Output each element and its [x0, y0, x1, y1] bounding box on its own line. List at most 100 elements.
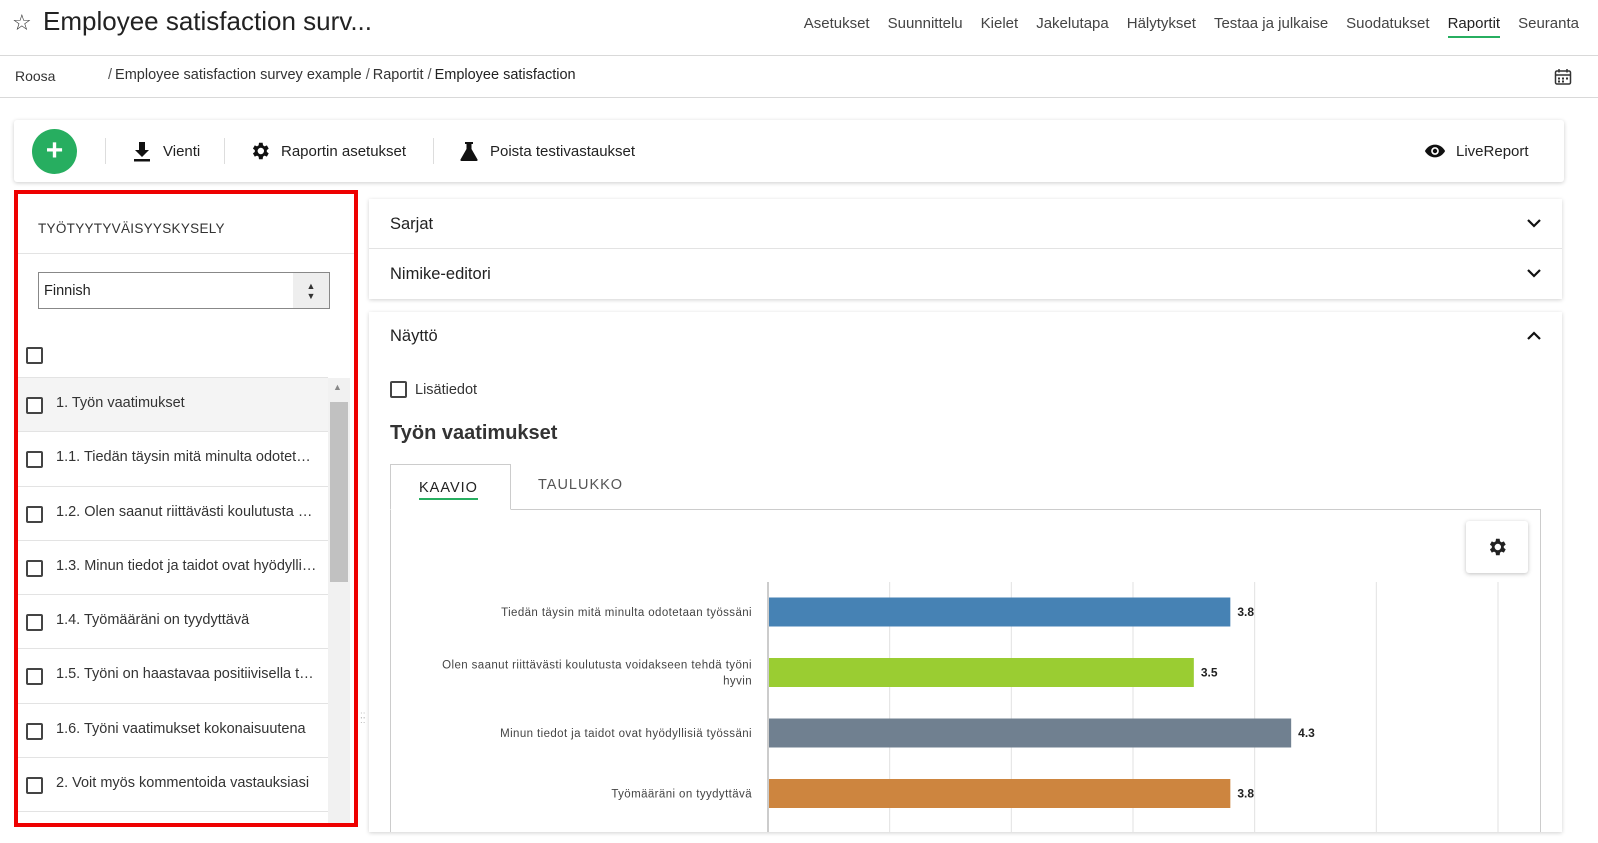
chart-settings-button[interactable] — [1466, 521, 1528, 573]
question-label: 1.5. Työni on haastavaa positiivisella t… — [56, 666, 318, 683]
display-accordion[interactable]: Näyttö — [369, 312, 1562, 366]
question-item[interactable]: 1.4. Työmääräni on tyydyttävä — [18, 594, 328, 650]
tab-chart-label: KAAVIO — [419, 480, 478, 500]
chart-bar — [769, 658, 1194, 687]
question-item[interactable]: 1.6. Työni vaatimukset kokonaisuutena — [18, 702, 328, 759]
nav-item-raportit[interactable]: Raportit — [1439, 15, 1510, 39]
label-editor-accordion[interactable]: Nimike-editori — [369, 249, 1562, 299]
series-accordion[interactable]: Sarjat — [369, 199, 1562, 249]
breadcrumb-reports[interactable]: Raportit — [373, 67, 424, 83]
nav-item-suodatukset[interactable]: Suodatukset — [1337, 15, 1438, 39]
breadcrumb-separator: / — [108, 67, 113, 83]
chart-bar — [769, 779, 1231, 808]
toolbar-divider — [433, 138, 434, 164]
breadcrumb-survey[interactable]: Employee satisfaction survey example — [115, 67, 362, 83]
tab-table-label: TAULUKKO — [538, 477, 624, 493]
breadcrumb-current: Employee satisfaction — [434, 67, 576, 83]
breadcrumb-bar: Roosa / Employee satisfaction survey exam… — [0, 56, 1598, 98]
survey-name: TYÖTYYTYVÄISYYSKYSELY — [38, 221, 225, 236]
question-item[interactable]: 1.1. Tiedän täysin mitä minulta odotetaa… — [18, 431, 328, 487]
chart-data-label: 3.8 — [1237, 787, 1254, 801]
chevron-up-icon — [1527, 331, 1541, 340]
add-button[interactable]: + — [32, 129, 77, 174]
nav-item-jakelutapa[interactable]: Jakelutapa — [1027, 15, 1118, 39]
top-nav: Asetukset Suunnittelu Kielet Jakelutapa … — [795, 15, 1588, 39]
question-checkbox[interactable] — [26, 722, 43, 740]
nav-item-kielet[interactable]: Kielet — [972, 15, 1028, 39]
survey-title: Employee satisfaction surv... — [43, 6, 372, 36]
flask-icon — [460, 142, 478, 161]
question-item[interactable]: 1.3. Minun tiedot ja taidot ovat hyödyll… — [18, 539, 328, 596]
delete-test-responses-label: Poista testivastaukset — [490, 142, 636, 160]
nav-item-seuranta[interactable]: Seuranta — [1509, 15, 1588, 39]
question-label: 1.3. Minun tiedot ja taidot ovat hyödyll… — [56, 557, 318, 574]
delete-test-responses-button[interactable]: Poista testivastaukset — [458, 138, 635, 164]
question-checkbox[interactable] — [26, 397, 43, 414]
question-label: 1.6. Työni vaatimukset kokonaisuutena — [56, 720, 306, 737]
livereport-label: LiveReport — [1456, 142, 1529, 160]
select-all-checkbox[interactable] — [26, 347, 43, 364]
select-arrows-icon: ▲ ▼ — [293, 273, 329, 308]
question-label: 1.2. Olen saanut riittävästi koulutusta … — [56, 503, 318, 520]
chevron-down-icon — [1527, 269, 1541, 278]
question-list: 1. Työn vaatimukset 1.1. Tiedän täysin m… — [18, 377, 328, 813]
display-panel: Näyttö Lisätiedot Työn vaatimukset KAAVI… — [369, 312, 1562, 832]
calendar-icon[interactable] — [1554, 68, 1572, 86]
toolbar-divider — [105, 138, 106, 164]
chart-category-label: Työmääräni on tyydyttävä — [611, 789, 752, 801]
question-label: 1. Työn vaatimukset — [56, 395, 318, 411]
tab-chart[interactable]: KAAVIO — [390, 464, 511, 510]
question-item[interactable]: 1.2. Olen saanut riittävästi koulutusta … — [18, 485, 328, 541]
download-icon — [134, 142, 150, 162]
chart-bar — [769, 597, 1231, 627]
scrollbar-thumb[interactable] — [330, 402, 348, 582]
extra-info-checkbox[interactable] — [390, 381, 407, 398]
user-name[interactable]: Roosa — [15, 68, 55, 84]
question-heading: Työn vaatimukset — [390, 422, 558, 444]
scroll-up-icon[interactable]: ▲ — [333, 382, 342, 392]
nav-item-testaa[interactable]: Testaa ja julkaise — [1205, 15, 1337, 39]
question-panel: TYÖTYYTYVÄISYYSKYSELY Finnish ▲ ▼ 1. Työn… — [14, 190, 358, 827]
gear-icon — [252, 142, 269, 160]
export-label: Vienti — [163, 142, 201, 160]
nav-item-suunnittelu[interactable]: Suunnittelu — [879, 15, 972, 39]
breadcrumb-separator: / — [427, 67, 432, 83]
language-select[interactable]: Finnish ▲ ▼ — [38, 272, 330, 309]
question-checkbox[interactable] — [26, 614, 43, 632]
question-checkbox[interactable] — [26, 668, 43, 686]
extra-info-option[interactable]: Lisätiedot — [390, 381, 477, 398]
question-list-scrollbar[interactable]: ▲ — [328, 378, 350, 823]
question-label-text: 1. Työn vaatimukset — [56, 395, 185, 411]
question-panel-header: TYÖTYYTYVÄISYYSKYSELY — [18, 194, 354, 254]
question-item[interactable]: 1. Työn vaatimukset — [18, 377, 328, 433]
language-value: Finnish — [44, 283, 91, 299]
nav-item-raportit-label: Raportit — [1447, 15, 1501, 38]
top-bar: ☆ Employee satisfaction surv... Asetukse… — [0, 0, 1598, 56]
chart-category-label: Olen saanut riittävästi koulutusta voida… — [442, 660, 752, 672]
extra-info-label: Lisätiedot — [415, 381, 478, 398]
chart-data-label: 3.8 — [1237, 605, 1254, 619]
question-label: 2. Voit myös kommentoida vastauksiasi — [56, 775, 310, 792]
nav-item-halytykset[interactable]: Hälytykset — [1118, 15, 1205, 39]
question-checkbox[interactable] — [26, 451, 43, 469]
chart-category-label: Tiedän täysin mitä minulta odotetaan työ… — [501, 607, 752, 619]
question-item[interactable]: 2. Voit myös kommentoida vastauksiasi — [18, 757, 328, 813]
star-icon[interactable]: ☆ — [12, 10, 32, 36]
report-toolbar: + Vienti Raportin asetukset Poista testi… — [14, 120, 1564, 182]
export-button[interactable]: Vienti — [131, 138, 200, 164]
question-checkbox[interactable] — [26, 559, 43, 577]
report-settings-button[interactable]: Raportin asetukset — [249, 138, 406, 164]
bar-chart: 3.8 Tiedän täysin mitä minulta odotetaan … — [442, 582, 1499, 832]
livereport-button[interactable]: LiveReport — [1424, 138, 1529, 164]
question-checkbox[interactable] — [26, 777, 43, 795]
question-checkbox[interactable] — [26, 505, 43, 523]
chart-data-label: 3.5 — [1201, 666, 1218, 680]
series-label: Sarjat — [390, 215, 434, 233]
gear-icon — [1489, 538, 1506, 556]
panel-resize-handle-icon[interactable]: :::: — [360, 711, 366, 726]
question-item[interactable]: 1.5. Työni on haastavaa positiivisella t… — [18, 648, 328, 704]
question-label: 1.1. Tiedän täysin mitä minulta odotetaa… — [56, 449, 318, 466]
breadcrumb: / Employee satisfaction survey example / R… — [108, 67, 576, 83]
nav-item-asetukset[interactable]: Asetukset — [795, 15, 879, 39]
settings-accordions: Sarjat Nimike-editori — [369, 199, 1562, 299]
